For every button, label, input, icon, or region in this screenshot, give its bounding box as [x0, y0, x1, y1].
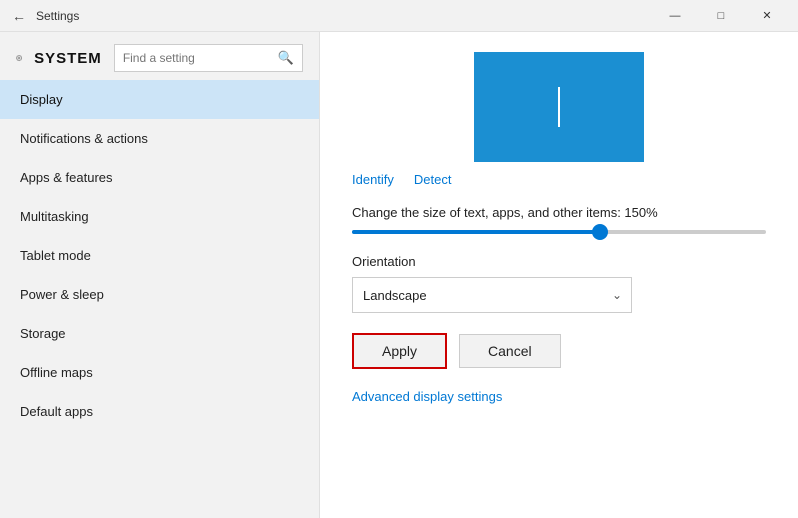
monitor-preview	[320, 32, 798, 172]
search-icon: 🔍	[278, 50, 294, 66]
orientation-select-wrapper: Landscape Portrait Landscape (flipped) P…	[352, 277, 632, 313]
orientation-label: Orientation	[352, 254, 766, 269]
advanced-display-link[interactable]: Advanced display settings	[352, 389, 502, 404]
back-arrow-icon[interactable]: ←	[12, 8, 26, 24]
search-input[interactable]	[123, 51, 278, 65]
slider-thumb[interactable]	[592, 224, 608, 240]
button-row: Apply Cancel	[352, 333, 766, 369]
monitor-graphic	[474, 52, 644, 162]
apply-button[interactable]: Apply	[352, 333, 447, 369]
identify-link[interactable]: Identify	[352, 172, 394, 187]
monitor-cursor	[558, 87, 560, 127]
gear-icon	[16, 46, 22, 70]
sidebar-item-notifications[interactable]: Notifications & actions	[0, 119, 319, 158]
search-box[interactable]: 🔍	[114, 44, 303, 72]
window-title: Settings	[36, 9, 79, 23]
scale-slider-track[interactable]	[352, 230, 766, 234]
content-inner: Identify Detect Change the size of text,…	[320, 172, 798, 436]
sidebar: SYSTEM 🔍 Display Notifications & actions…	[0, 32, 320, 518]
title-bar: ← Settings — □ ✕	[0, 0, 798, 32]
identify-detect-row: Identify Detect	[352, 172, 766, 187]
content-area: Identify Detect Change the size of text,…	[320, 32, 798, 518]
sidebar-item-tablet[interactable]: Tablet mode	[0, 236, 319, 275]
sidebar-item-display[interactable]: Display	[0, 80, 319, 119]
main-container: SYSTEM 🔍 Display Notifications & actions…	[0, 32, 798, 518]
scale-label: Change the size of text, apps, and other…	[352, 205, 766, 220]
cancel-button[interactable]: Cancel	[459, 334, 561, 368]
title-bar-left: ← Settings	[12, 8, 79, 24]
sidebar-item-multitasking[interactable]: Multitasking	[0, 197, 319, 236]
sidebar-item-apps[interactable]: Apps & features	[0, 158, 319, 197]
close-button[interactable]: ✕	[744, 0, 790, 32]
sidebar-item-offline[interactable]: Offline maps	[0, 353, 319, 392]
slider-fill	[352, 230, 600, 234]
sidebar-item-power[interactable]: Power & sleep	[0, 275, 319, 314]
sidebar-header: SYSTEM 🔍	[0, 32, 319, 80]
window-controls: — □ ✕	[652, 0, 790, 32]
sidebar-item-defaultapps[interactable]: Default apps	[0, 392, 319, 431]
maximize-button[interactable]: □	[698, 0, 744, 32]
orientation-select[interactable]: Landscape Portrait Landscape (flipped) P…	[352, 277, 632, 313]
sidebar-system-title: SYSTEM	[34, 50, 102, 67]
orientation-section: Orientation Landscape Portrait Landscape…	[352, 254, 766, 313]
minimize-button[interactable]: —	[652, 0, 698, 32]
scale-section: Change the size of text, apps, and other…	[352, 205, 766, 234]
detect-link[interactable]: Detect	[414, 172, 452, 187]
sidebar-item-storage[interactable]: Storage	[0, 314, 319, 353]
